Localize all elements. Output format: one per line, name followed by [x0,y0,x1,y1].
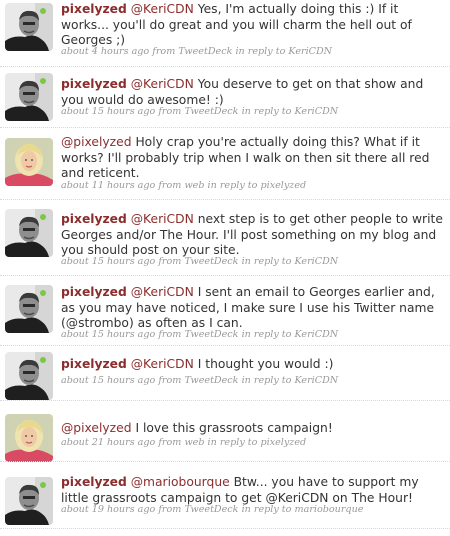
source-link[interactable]: TweetDeck [184,106,238,117]
source-link[interactable]: web [184,437,204,448]
username-link[interactable]: pixelyzed [61,77,127,91]
tweet-meta: about 4 hours ago from TweetDeck in repl… [61,46,444,58]
source-link[interactable]: web [184,180,204,191]
reply-to-link[interactable]: mariobourque [295,504,364,515]
from-label: from [158,106,182,117]
username-link[interactable]: pixelyzed [61,357,127,371]
tweet-divider [0,66,450,67]
from-label: from [158,329,182,340]
online-status-icon [40,8,46,14]
reply-to-link[interactable]: KeriCDN [295,106,339,117]
reply-to-link[interactable]: KeriCDN [295,329,339,340]
source-link[interactable]: TweetDeck [184,329,238,340]
source-link[interactable]: TweetDeck [184,375,238,386]
mention-link[interactable]: @KeriCDN [131,77,194,91]
tweet-divider [0,199,450,200]
reply-to-link[interactable]: KeriCDN [295,256,339,267]
tweet-meta: about 11 hours ago from web in reply to … [61,180,444,192]
reply-to-link[interactable]: pixelyzed [260,437,306,448]
tweet-text: pixelyzed @KeriCDN I thought you would :… [61,357,444,373]
tweet-divider [0,400,450,401]
mention-link[interactable]: @mariobourque [131,475,230,489]
tweet-timestamp-link[interactable]: about 15 hours ago [61,375,155,386]
tweet-timestamp-link[interactable]: about 15 hours ago [61,106,155,117]
tweet-divider [0,345,450,346]
tweet-body-text: I thought you would :) [197,357,334,371]
tweet-timestamp-link[interactable]: about 19 hours ago [61,504,155,515]
tweet-divider [0,461,450,462]
tweet-text: pixelyzed @KeriCDN You deserve to get on… [61,77,444,108]
tweet-timeline: pixelyzed @KeriCDN Yes, I'm actually doi… [0,0,450,536]
source-link[interactable]: TweetDeck [178,46,232,57]
tweet-text: @pixelyzed I love this grassroots campai… [61,421,444,437]
online-status-icon [40,290,46,296]
reply-to-link[interactable]: KeriCDN [295,375,339,386]
tweet-text: pixelyzed @KeriCDN Yes, I'm actually doi… [61,2,444,49]
reply-label: in reply to [207,180,258,191]
tweet-text: @pixelyzed Holy crap you're actually doi… [61,135,444,182]
tweet-meta: about 21 hours ago from web in reply to … [61,437,444,449]
username-link[interactable]: pixelyzed [61,475,127,489]
reply-label: in reply to [241,329,292,340]
avatar-kericdn[interactable] [5,414,53,462]
from-label: from [158,437,182,448]
tweet-timestamp-link[interactable]: about 21 hours ago [61,437,155,448]
tweet-text: pixelyzed @KeriCDN next step is to get o… [61,212,444,259]
tweet-divider [0,275,450,276]
username-link[interactable]: pixelyzed [61,2,127,16]
reply-to-link[interactable]: pixelyzed [260,180,306,191]
mention-link[interactable]: @pixelyzed [61,135,132,149]
online-status-icon [40,78,46,84]
mention-link[interactable]: @pixelyzed [61,421,132,435]
online-status-icon [40,357,46,363]
tweet-divider [0,127,450,128]
from-label: from [158,504,182,515]
from-label: from [152,46,176,57]
mention-link[interactable]: @KeriCDN [131,212,194,226]
tweet-timestamp-link[interactable]: about 11 hours ago [61,180,155,191]
tweet-timestamp-link[interactable]: about 4 hours ago [61,46,149,57]
mention-link[interactable]: @KeriCDN [131,2,194,16]
tweet-meta: about 15 hours ago from TweetDeck in rep… [61,375,444,387]
tweet-meta: about 15 hours ago from TweetDeck in rep… [61,329,444,341]
reply-label: in reply to [241,256,292,267]
tweet-meta: about 15 hours ago from TweetDeck in rep… [61,256,444,268]
avatar-kericdn[interactable] [5,138,53,186]
mention-link[interactable]: @KeriCDN [131,357,194,371]
tweet-text: pixelyzed @mariobourque Btw... you have … [61,475,444,506]
from-label: from [158,256,182,267]
from-label: from [158,180,182,191]
tweet-timestamp-link[interactable]: about 15 hours ago [61,256,155,267]
tweet-text: pixelyzed @KeriCDN I sent an email to Ge… [61,285,444,332]
source-link[interactable]: TweetDeck [184,504,238,515]
reply-label: in reply to [235,46,286,57]
mention-link[interactable]: @KeriCDN [131,285,194,299]
reply-label: in reply to [207,437,258,448]
username-link[interactable]: pixelyzed [61,285,127,299]
reply-label: in reply to [241,106,292,117]
reply-label: in reply to [241,375,292,386]
reply-label: in reply to [241,504,292,515]
reply-to-link[interactable]: KeriCDN [288,46,332,57]
online-status-icon [40,214,46,220]
tweet-timestamp-link[interactable]: about 15 hours ago [61,329,155,340]
tweet-meta: about 19 hours ago from TweetDeck in rep… [61,504,444,516]
tweet-divider [0,528,450,529]
username-link[interactable]: pixelyzed [61,212,127,226]
tweet-body-text: I love this grassroots campaign! [135,421,333,435]
from-label: from [158,375,182,386]
source-link[interactable]: TweetDeck [184,256,238,267]
tweet-meta: about 15 hours ago from TweetDeck in rep… [61,106,444,118]
online-status-icon [40,482,46,488]
